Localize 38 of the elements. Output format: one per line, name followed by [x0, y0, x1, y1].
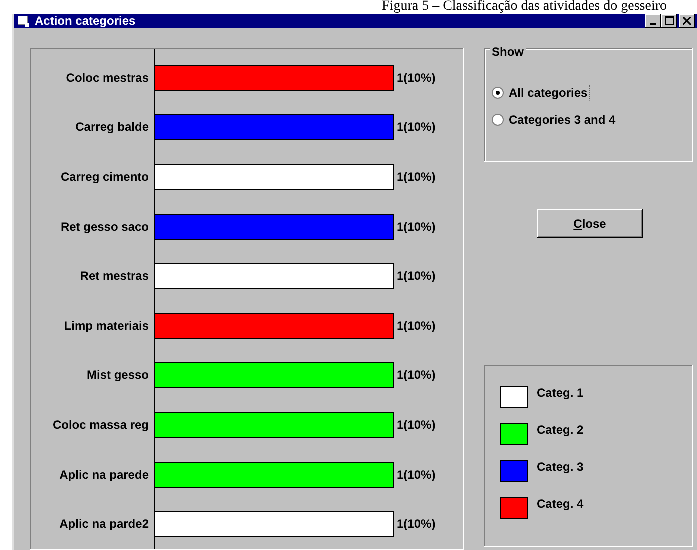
window-title: Action categories	[35, 14, 136, 28]
close-button[interactable]	[679, 14, 695, 28]
bar-value: 1(10%)	[397, 318, 436, 333]
bar-value: 1(10%)	[397, 368, 436, 382]
bar-value: 1(10%)	[397, 120, 436, 134]
radio-button[interactable]	[492, 114, 504, 126]
minimize-button[interactable]	[645, 14, 661, 28]
bar-value: 1(10%)	[397, 418, 436, 432]
close-icon	[683, 17, 691, 25]
window-icon	[18, 16, 30, 26]
close-button[interactable]: Close	[537, 209, 643, 238]
legend-label: Categ. 3	[537, 460, 584, 474]
category-label: Ret gesso saco	[60, 220, 150, 234]
category-label: Carreg cimento	[60, 170, 150, 184]
category-label: Aplic na parede	[58, 468, 150, 482]
category-label: Mist gesso	[86, 368, 150, 382]
category-label: Coloc mestras	[65, 70, 150, 85]
category-label: Limp materiais	[63, 318, 150, 333]
radio-option[interactable]: All categories	[492, 85, 692, 101]
bar-value: 1(10%)	[397, 269, 436, 284]
category-label: Carreg balde	[74, 120, 150, 134]
maximize-button[interactable]	[661, 14, 677, 28]
category-label: Aplic na parde2	[58, 517, 150, 532]
category-label: Ret mestras	[79, 269, 150, 284]
bar-value: 1(10%)	[397, 220, 436, 234]
legend-label: Categ. 1	[537, 386, 584, 400]
maximize-icon	[664, 16, 674, 25]
legend-label: Categ. 4	[537, 496, 584, 511]
category-label: Coloc massa reg	[52, 418, 150, 432]
bar-value: 1(10%)	[397, 70, 436, 85]
bar-value: 1(10%)	[397, 517, 436, 532]
radio-option[interactable]: Categories 3 and 4	[492, 112, 692, 128]
radio-button[interactable]	[492, 87, 504, 99]
bar-value: 1(10%)	[397, 170, 436, 184]
figure-caption: Figura 5 – Classificação das atividades do gesseiro	[381, 0, 668, 14]
group-title: Show	[490, 45, 526, 59]
legend-label: Categ. 2	[537, 422, 584, 437]
bar-value: 1(10%)	[397, 468, 436, 482]
